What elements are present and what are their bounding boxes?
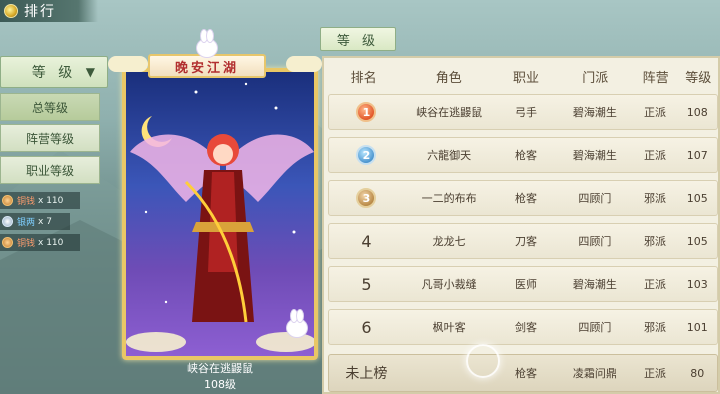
table-row[interactable]: 2 六龍御天 枪客 碧海潮生 正派 107 [328,137,718,173]
row-camp: 正派 [643,278,666,291]
row-rank: 6 [361,317,372,337]
row-name: 凡哥小裁缝 [421,278,477,291]
menu-item-label: 职业等级 [25,163,74,178]
bronze-medal-icon: 3 [356,188,377,208]
row-job: 剑客 [514,321,537,334]
own-camp: 正派 [643,367,666,380]
row-level: 108 [686,105,708,119]
character-name: 峡谷在逃鼹鼠 [187,362,253,375]
touch-ring-effect [466,344,500,378]
row-camp: 正派 [643,106,666,119]
row-camp: 邪派 [643,235,666,248]
row-sect: 四顾门 [578,321,612,334]
row-name: 龙龙七 [432,235,466,248]
silver-medal-icon: 2 [356,145,377,165]
copper-coin-icon [2,195,13,206]
table-row[interactable]: 1 峡谷在逃鼹鼠 弓手 碧海潮生 正派 108 [328,94,718,130]
menu-item-label: 总等级 [31,100,68,115]
row-level: 101 [686,320,708,334]
header-job: 职业 [512,70,539,86]
row-camp: 邪派 [643,192,666,205]
menu-item-job-level[interactable]: 职业等级 [0,156,100,184]
row-job: 枪客 [514,192,537,205]
header-camp: 阵营 [642,70,669,86]
back-gem-icon[interactable] [4,4,18,18]
category-dropdown-label: 等 级 [31,65,77,81]
cloud-decoration [286,56,322,72]
drop-notice: 银两 x 7 [0,213,70,230]
own-rank: 未上榜 [345,366,388,382]
row-job: 弓手 [514,106,537,119]
row-level: 103 [686,277,708,291]
chevron-down-icon: ▼ [85,65,99,79]
row-camp: 正派 [643,149,666,162]
row-name: 枫叶客 [432,321,466,334]
row-rank: 5 [361,274,372,294]
row-sect: 碧海潮生 [572,106,617,119]
own-rank-row: 未上榜 枪客 凌霜问鼎 正派 80 [328,354,718,392]
title-bar: 排行 [0,0,98,22]
header-sect: 门派 [582,70,609,86]
menu-item-label: 阵营等级 [25,131,74,146]
row-name: 峡谷在逃鼹鼠 [416,106,483,119]
row-camp: 邪派 [643,321,666,334]
row-job: 刀客 [514,235,537,248]
row-job: 枪客 [514,149,537,162]
drop-notice: 铜钱 x 110 [0,192,80,209]
copper-coin-icon [2,237,13,248]
table-row[interactable]: 4 龙龙七 刀客 四顾门 邪派 105 [328,223,718,259]
row-rank: 4 [361,231,372,251]
gold-medal-icon: 1 [356,102,377,122]
header-role: 角色 [435,70,462,86]
row-sect: 碧海潮生 [572,149,617,162]
row-sect: 四顾门 [578,235,612,248]
row-name: 六龍御天 [427,149,472,162]
ranking-panel: 排名 角色 职业 门派 阵营 等级 1 峡谷在逃鼹鼠 弓手 碧海潮生 正派 10… [322,56,720,394]
own-level: 80 [690,366,705,380]
own-sect: 凌霜问鼎 [572,367,617,380]
row-level: 107 [686,148,708,162]
row-level: 105 [686,191,708,205]
cloud-decoration [108,56,148,72]
menu-item-total-level[interactable]: 总等级 [0,93,100,121]
tab-level[interactable]: 等 级 [320,27,396,51]
row-level: 105 [686,234,708,248]
own-job: 枪客 [514,367,537,380]
character-card[interactable] [122,68,318,360]
page-title: 排行 [24,4,56,20]
row-sect: 四顾门 [578,192,612,205]
row-name: 一二的布布 [421,192,477,205]
table-header: 排名 角色 职业 门派 阵营 等级 [324,62,718,90]
row-sect: 碧海潮生 [572,278,617,291]
table-row[interactable]: 5 凡哥小裁缝 医师 碧海潮生 正派 103 [328,266,718,302]
row-job: 医师 [514,278,537,291]
bunny-decoration [286,309,308,338]
menu-item-camp-level[interactable]: 阵营等级 [0,124,100,152]
character-portrait [126,82,314,352]
drop-notice: 铜钱 x 110 [0,234,80,251]
silver-coin-icon [2,216,13,227]
character-level: 108级 [204,378,236,391]
table-row[interactable]: 6 枫叶客 剑客 四顾门 邪派 101 [328,309,718,345]
category-dropdown[interactable]: 等 级 ▼ [0,56,108,88]
table-row[interactable]: 3 一二的布布 枪客 四顾门 邪派 105 [328,180,718,216]
header-rank: 排名 [350,70,377,86]
header-level: 等级 [685,70,712,86]
bunny-decoration [196,29,218,58]
